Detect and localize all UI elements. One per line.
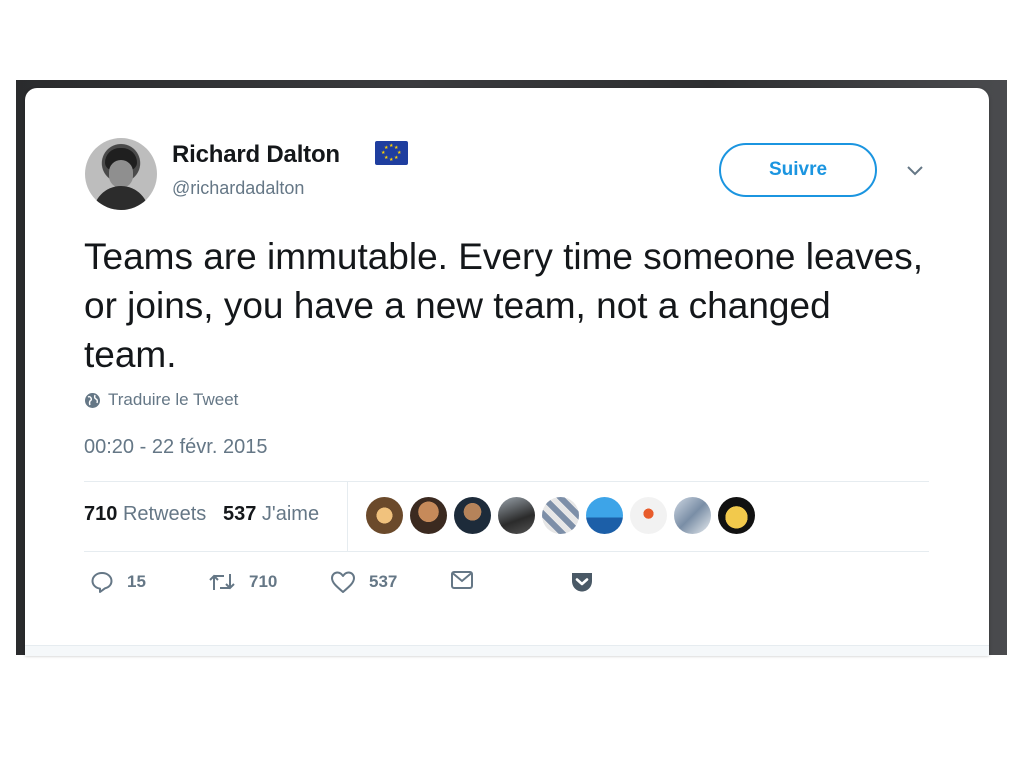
retweet-action[interactable]: 710 [208, 570, 277, 594]
liker-avatar[interactable] [674, 497, 711, 534]
message-icon [451, 571, 473, 589]
user-name[interactable]: Richard Dalton [172, 141, 340, 169]
pocket-icon [572, 573, 592, 592]
tweet-text: Teams are immutable. Every time someone … [84, 236, 924, 375]
eu-flag-icon: ★ ★ ★ ★ ★ ★ ★ ★ [375, 141, 408, 165]
stats-separator [347, 481, 348, 551]
translate-tweet-link[interactable]: Traduire le Tweet [84, 390, 238, 410]
liker-avatar[interactable] [542, 497, 579, 534]
likes-label: J'aime [261, 503, 320, 525]
chevron-down-icon[interactable] [906, 165, 924, 177]
liker-avatar[interactable] [586, 497, 623, 534]
user-handle[interactable]: @richardadalton [172, 178, 304, 199]
tweet-stats: 710 Retweets 537 J'aime [84, 503, 319, 526]
divider-bottom [84, 551, 929, 552]
liker-avatar[interactable] [718, 497, 755, 534]
liker-avatar[interactable] [498, 497, 535, 534]
globe-icon [85, 392, 100, 408]
liker-avatar[interactable] [366, 497, 403, 534]
translate-label[interactable]: Traduire le Tweet [108, 390, 238, 410]
retweets-count: 710 [84, 503, 118, 525]
liker-avatar[interactable] [630, 497, 667, 534]
retweets-label: Retweets [122, 503, 207, 525]
likes-count: 537 [222, 503, 257, 525]
likes-stat[interactable]: 537 J'aime [223, 503, 319, 525]
liker-avatar[interactable] [454, 497, 491, 534]
reply-action[interactable]: 15 [90, 570, 146, 594]
liker-avatar[interactable] [410, 497, 447, 534]
retweet-count: 710 [249, 572, 278, 591]
pocket-action[interactable] [570, 570, 594, 594]
like-action[interactable]: 537 [330, 570, 397, 594]
retweet-icon [209, 574, 235, 590]
direct-message-action[interactable] [450, 570, 474, 590]
card-footer [25, 645, 989, 656]
divider-top [84, 481, 929, 482]
follow-button[interactable]: Suivre [719, 143, 877, 197]
retweets-stat[interactable]: 710 Retweets [84, 503, 206, 525]
timestamp[interactable]: 00:20 - 22 févr. 2015 [84, 436, 267, 459]
like-count: 537 [369, 572, 398, 591]
reply-icon [91, 572, 113, 593]
avatar[interactable] [85, 138, 157, 210]
liker-avatars [366, 497, 755, 534]
reply-count: 15 [127, 572, 146, 591]
heart-icon [331, 571, 355, 593]
